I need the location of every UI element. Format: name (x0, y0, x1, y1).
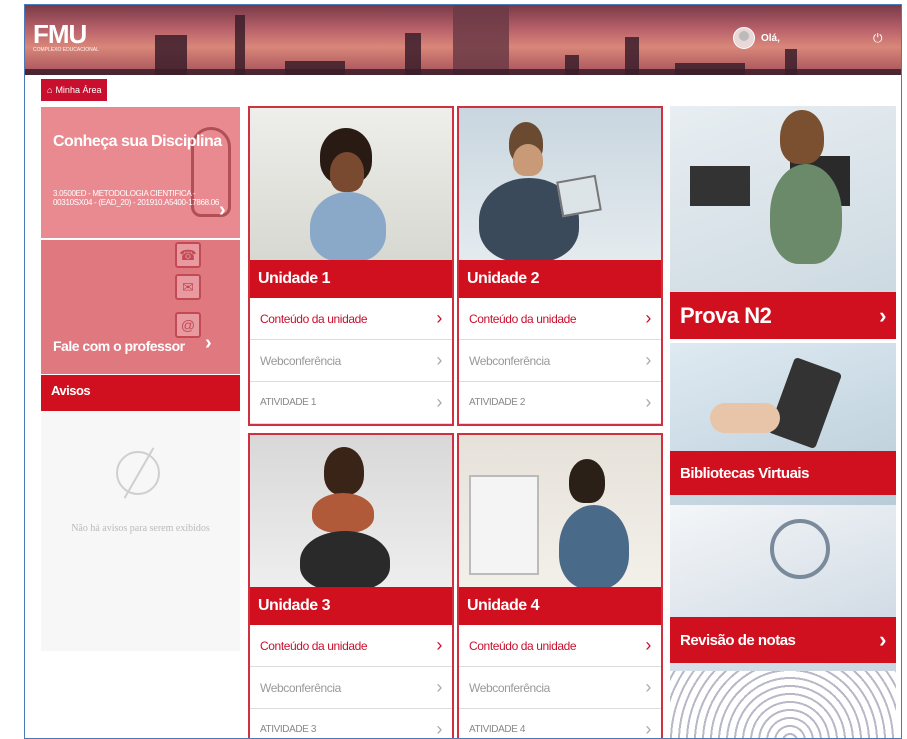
chevron-right-icon: › (645, 719, 651, 739)
chevron-right-icon: › (645, 677, 651, 697)
app-frame: FMU COMPLEXO EDUCACIONAL Olá, ⏻ ⌂ Minha … (24, 4, 902, 739)
header-banner: FMU COMPLEXO EDUCACIONAL Olá, ⏻ (25, 5, 901, 75)
avisos-empty-message: Não há avisos para serem exibidos (71, 523, 210, 534)
prova-label: Prova N2 (680, 303, 772, 328)
prova-card[interactable]: Prova N2 › (670, 106, 896, 339)
unit-activity-link[interactable]: ATIVIDADE 2 › (459, 382, 661, 424)
chevron-right-icon: › (879, 627, 886, 652)
breadcrumb[interactable]: ⌂ Minha Área (41, 79, 108, 101)
revisao-label: Revisão de notas (680, 631, 796, 649)
unit-1-photo (250, 108, 452, 260)
unit-content-link[interactable]: Conteúdo da unidade › (250, 298, 452, 340)
revisao-bar[interactable]: Revisão de notas › (670, 617, 896, 663)
unit-content-link[interactable]: Conteúdo da unidade › (459, 625, 661, 667)
discipline-card[interactable]: Conheça sua Disciplina 3.0500ED - METODO… (41, 107, 240, 238)
unit-title: Unidade 3 (250, 587, 452, 625)
professor-title: Fale com o professor (53, 338, 185, 354)
unit-webconf-link[interactable]: Webconferência › (250, 340, 452, 382)
discipline-title: Conheça sua Disciplina (53, 133, 222, 150)
left-column: Conheça sua Disciplina 3.0500ED - METODO… (41, 107, 240, 651)
unit-webconf-link[interactable]: Webconferência › (250, 667, 452, 709)
chevron-right-icon: › (205, 332, 212, 354)
unit-content-link[interactable]: Conteúdo da unidade › (250, 625, 452, 667)
unit-title: Unidade 4 (459, 587, 661, 625)
logo-subtitle: COMPLEXO EDUCACIONAL (33, 47, 99, 53)
unit-card-2: Unidade 2 Conteúdo da unidade › Webconfer… (457, 106, 663, 426)
empty-set-icon (116, 451, 160, 495)
unit-title: Unidade 2 (459, 260, 661, 298)
chevron-right-icon: › (436, 350, 442, 370)
chevron-right-icon: › (219, 199, 226, 221)
avatar[interactable] (733, 27, 755, 49)
chevron-right-icon: › (645, 350, 651, 370)
greeting: Olá, (761, 32, 780, 44)
power-icon[interactable]: ⏻ (873, 31, 883, 46)
prova-bar[interactable]: Prova N2 › (670, 292, 896, 339)
phone-icon: ☎ (175, 242, 201, 268)
fmu-logo[interactable]: FMU (33, 19, 87, 50)
unit-2-photo (459, 108, 661, 260)
bibliotecas-label: Bibliotecas Virtuais (680, 464, 809, 482)
unit-card-4: Unidade 4 Conteúdo da unidade › Webconfer… (457, 433, 663, 739)
mail-icon: ✉ (175, 274, 201, 300)
unit-title: Unidade 1 (250, 260, 452, 298)
chevron-right-icon: › (645, 392, 651, 412)
discipline-code: 3.0500ED - METODOLOGIA CIENTIFICA - 0031… (53, 189, 220, 207)
unit-webconf-link[interactable]: Webconferência › (459, 667, 661, 709)
professor-card[interactable]: ☎ ✉ @ Fale com o professor › (41, 240, 240, 374)
unit-card-1: Unidade 1 Conteúdo da unidade › Webconfer… (248, 106, 454, 426)
unit-activity-link[interactable]: ATIVIDADE 4 › (459, 709, 661, 739)
home-icon: ⌂ (47, 85, 53, 95)
user-menu[interactable]: Olá, (733, 27, 780, 49)
decorative-image (670, 671, 896, 738)
unit-3-photo (250, 435, 452, 587)
breadcrumb-label: Minha Área (55, 85, 102, 95)
unit-activity-link[interactable]: ATIVIDADE 1 › (250, 382, 452, 424)
chevron-right-icon: › (436, 719, 442, 739)
chevron-right-icon: › (436, 308, 442, 328)
avisos-body: Não há avisos para serem exibidos (41, 411, 240, 651)
revisao-card[interactable]: Revisão de notas › (670, 505, 896, 671)
at-icon: @ (175, 312, 201, 338)
avisos-header: Avisos (41, 375, 240, 411)
bibliotecas-card[interactable]: Bibliotecas Virtuais (670, 343, 896, 505)
chevron-right-icon: › (645, 635, 651, 655)
unit-4-photo (459, 435, 661, 587)
unit-card-3: Unidade 3 Conteúdo da unidade › Webconfer… (248, 433, 454, 739)
bibliotecas-bar[interactable]: Bibliotecas Virtuais (670, 451, 896, 495)
unit-content-link[interactable]: Conteúdo da unidade › (459, 298, 661, 340)
chevron-right-icon: › (879, 303, 886, 328)
unit-webconf-link[interactable]: Webconferência › (459, 340, 661, 382)
chevron-right-icon: › (436, 635, 442, 655)
unit-activity-link[interactable]: ATIVIDADE 3 › (250, 709, 452, 739)
chevron-right-icon: › (436, 392, 442, 412)
chevron-right-icon: › (645, 308, 651, 328)
chevron-right-icon: › (436, 677, 442, 697)
